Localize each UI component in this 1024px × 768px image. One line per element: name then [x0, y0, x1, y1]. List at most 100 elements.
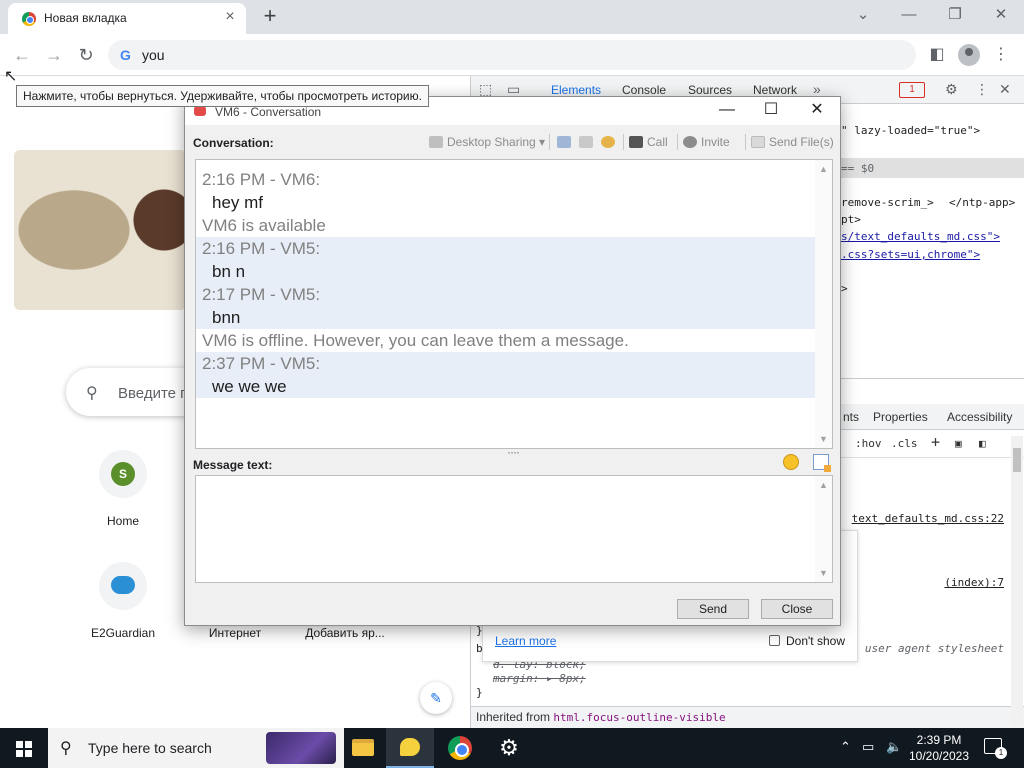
close-window-button[interactable]: ✕ [978, 4, 1024, 28]
css-link[interactable]: .css?sets=ui,chrome"> [841, 248, 980, 261]
send-files-button[interactable]: Send File(s) [751, 133, 834, 151]
dom-line[interactable]: pt> [841, 213, 861, 226]
google-doodle[interactable] [14, 150, 186, 310]
hov-toggle[interactable]: :hov [855, 437, 882, 450]
dom-line[interactable]: > [841, 282, 848, 295]
back-button[interactable]: ← [10, 43, 34, 67]
settings-gear-icon[interactable]: ⚙ [945, 81, 958, 98]
messenger-app-button[interactable] [386, 728, 434, 768]
paint-icon[interactable]: ▣ [955, 437, 962, 450]
reload-button[interactable]: ↻ [74, 43, 98, 67]
message-input-box[interactable]: ▲ ▼ [195, 475, 833, 583]
styles-scrollbar[interactable] [1011, 436, 1023, 726]
dom-line[interactable]: s/text_defaults_md.css"> [841, 230, 1000, 243]
file-explorer-button[interactable] [338, 728, 386, 768]
toolbar-separator [623, 134, 624, 150]
browser-tab[interactable]: Новая вкладка × [8, 3, 246, 34]
menu-icon[interactable]: ⋮ [990, 44, 1012, 66]
dialog-close-button[interactable]: ✕ [797, 99, 837, 123]
scroll-up-icon[interactable]: ▲ [815, 478, 832, 492]
notification-count: 1 [995, 747, 1007, 759]
taskbar-search[interactable]: ⚲ Type here to search [48, 728, 344, 768]
message-scrollbar[interactable]: ▲ ▼ [815, 476, 832, 582]
error-badge[interactable]: 1 [899, 82, 925, 98]
message-input[interactable] [198, 478, 812, 580]
devtools-menu-icon[interactable]: ⋮ [975, 81, 989, 98]
text-format-icon[interactable] [813, 454, 831, 472]
nudge-button[interactable] [601, 133, 619, 151]
close-button[interactable]: Close [761, 599, 833, 619]
tray-chevron-icon[interactable]: ⌃ [840, 739, 851, 755]
invite-label: Invite [701, 135, 730, 149]
new-rule-button[interactable]: + [931, 433, 940, 451]
call-button[interactable]: Call [629, 133, 668, 151]
send-files-label: Send File(s) [769, 135, 834, 149]
dialog-minimize-button[interactable]: — [707, 99, 747, 123]
search-highlight-art[interactable] [266, 732, 336, 764]
inherited-element[interactable]: html.focus-outline-visible [553, 711, 725, 724]
notification-icon[interactable]: 1 [984, 738, 1007, 759]
chrome-button[interactable] [436, 728, 484, 768]
style-source-link[interactable]: text_defaults_md.css:22 [852, 512, 1004, 525]
scroll-up-icon[interactable]: ▲ [815, 162, 832, 176]
message-header: 2:17 PM - VM5: [196, 283, 816, 306]
settings-button[interactable]: ⚙ [484, 728, 532, 768]
conversation-scrollbar[interactable]: ▲ ▼ [815, 160, 832, 448]
dom-line[interactable]: </ntp-app> [949, 196, 1015, 209]
chrome-icon [448, 736, 472, 760]
shortcut-e2guardian[interactable]: E2Guardian [68, 562, 178, 640]
side-panel-icon[interactable]: ◧ [926, 44, 948, 66]
send-button[interactable]: Send [677, 599, 749, 619]
address-input[interactable] [142, 46, 882, 64]
profile-avatar-icon[interactable] [958, 44, 980, 66]
tab-properties[interactable]: Properties [873, 410, 928, 424]
address-bar[interactable]: G [108, 40, 916, 70]
gear-icon: ⚙ [499, 735, 519, 760]
dont-show-label: Don't show [786, 634, 845, 648]
more-tabs-icon[interactable]: » [813, 81, 821, 97]
devtools-close-icon[interactable]: ✕ [999, 81, 1011, 98]
invite-button[interactable]: Invite [683, 133, 730, 151]
css-declaration[interactable]: margin: ▸ 8px; [493, 672, 586, 685]
css-link[interactable]: s/text_defaults_md.css"> [841, 230, 1000, 243]
scroll-down-icon[interactable]: ▼ [815, 432, 832, 446]
dom-line[interactable]: remove-scrim_> [841, 196, 934, 209]
tab-components[interactable]: nts [843, 410, 859, 424]
cls-toggle[interactable]: .cls [891, 437, 918, 450]
toggle-sidebar-icon[interactable]: ◧ [979, 437, 986, 450]
dom-line[interactable]: " lazy-loaded="true"> [841, 124, 980, 137]
scroll-thumb[interactable] [1013, 448, 1021, 472]
network-icon[interactable]: ▭ [862, 739, 874, 755]
tab-console[interactable]: Console [622, 83, 666, 97]
history-button[interactable] [557, 133, 575, 151]
new-tab-button[interactable]: + [258, 5, 282, 29]
customize-pencil-icon[interactable]: ✎ [420, 682, 452, 714]
style-source-link[interactable]: (index):7 [944, 576, 1004, 589]
minimize-button[interactable]: — [886, 4, 932, 28]
dialog-maximize-button[interactable]: ☐ [751, 99, 791, 123]
shortcut-home[interactable]: S Home [68, 450, 178, 528]
tab-network[interactable]: Network [753, 83, 797, 97]
tab-elements[interactable]: Elements [551, 83, 601, 97]
message-text: hey mf [212, 193, 264, 212]
close-tab-icon[interactable]: × [222, 9, 238, 25]
restore-button[interactable]: ❐ [932, 4, 978, 28]
dont-show-checkbox[interactable]: Don't show [769, 634, 845, 648]
tab-search-chevron-icon[interactable]: ⌄ [840, 4, 886, 28]
scroll-down-icon[interactable]: ▼ [815, 566, 832, 580]
tab-accessibility[interactable]: Accessibility [947, 410, 1012, 424]
conversation-history[interactable]: 2:16 PM - VM6: hey mf VM6 is available 2:16… [195, 159, 833, 449]
dom-line[interactable]: .css?sets=ui,chrome"> [841, 248, 980, 261]
emoticon-icon[interactable] [783, 454, 799, 470]
volume-muted-icon[interactable]: 🔈 [886, 739, 902, 755]
checkbox-icon[interactable] [769, 635, 780, 646]
start-button[interactable] [0, 728, 48, 768]
tab-sources[interactable]: Sources [688, 83, 732, 97]
desktop-sharing-button[interactable]: Desktop Sharing ▾ [429, 133, 545, 151]
contact-info-button[interactable] [579, 133, 597, 151]
dialog-title: VM6 - Conversation [215, 105, 322, 119]
learn-more-link[interactable]: Learn more [495, 634, 556, 648]
message-header: 2:16 PM - VM6: [202, 170, 321, 189]
taskbar-clock[interactable]: 2:39 PM 10/20/2023 [906, 732, 972, 764]
forward-button[interactable]: → [42, 43, 66, 67]
